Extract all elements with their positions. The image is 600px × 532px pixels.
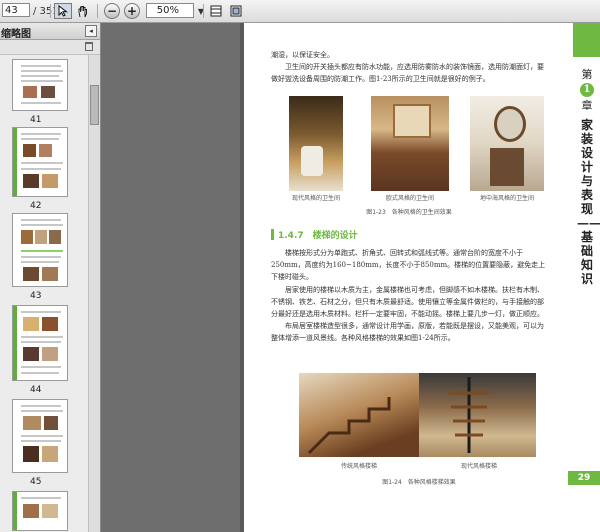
thumbnail-label: 44 <box>30 385 42 395</box>
photo-caption: 传统风格楼梯 <box>340 463 377 470</box>
section-bar <box>271 229 274 240</box>
panel-toolbar <box>0 40 100 55</box>
toolbar-divider <box>97 4 98 18</box>
bathroom-photo <box>470 96 544 191</box>
close-icon[interactable]: ◂ <box>85 25 97 37</box>
thumbnail-list: 41 42 43 44 45 <box>0 55 88 532</box>
page-number-badge: 29 <box>568 471 600 485</box>
scrollbar-thumb[interactable] <box>90 85 99 125</box>
figure-caption: 图1-23 各种风格的卫生间效果 <box>366 209 452 216</box>
zoom-in-icon[interactable]: + <box>124 3 140 19</box>
bathroom-photo <box>289 96 343 191</box>
page-thumbnail[interactable] <box>12 491 68 531</box>
fit-width-icon[interactable] <box>207 3 225 19</box>
select-tool-icon[interactable] <box>54 3 72 19</box>
chapter-marker: 第 1 章 家装设计与表现——基础知识 <box>577 68 600 286</box>
photo-caption: 地中海风格的卫生间 <box>479 195 534 202</box>
thumbnail-scrollbar[interactable] <box>88 55 100 532</box>
thumbnail-label: 45 <box>30 477 42 487</box>
fit-page-icon[interactable] <box>227 3 245 19</box>
photo-caption: 现代风格楼梯 <box>460 463 497 470</box>
chapter-title: 家装设计与表现——基础知识 <box>577 118 600 286</box>
chapter-label: 第 <box>581 68 593 81</box>
document-page: 第 1 章 家装设计与表现——基础知识 潮湿，以保证安全。 卫生间的开关插头都应… <box>244 23 600 532</box>
paragraph-top: 潮湿，以保证安全。 卫生间的开关插头都应有防水功能，应选用防雾防水的装饰镜面，选… <box>271 51 544 84</box>
bathroom-photo <box>371 96 449 191</box>
chevron-down-icon[interactable]: ▼ <box>196 3 206 19</box>
toolbar: 43 / 351 − + 50% ▼ <box>0 0 600 23</box>
page-thumbnail[interactable] <box>12 305 68 381</box>
panel-title: 缩略图 <box>1 29 31 40</box>
section-title: 1.4.7 楼梯的设计 <box>278 231 358 241</box>
photo-caption: 现代风格的卫生间 <box>291 195 340 202</box>
page-number-input[interactable]: 43 <box>2 3 30 17</box>
staircase-photo <box>419 373 536 457</box>
thumbnail-label: 41 <box>30 115 42 125</box>
section-heading: 1.4.7 楼梯的设计 <box>271 228 546 241</box>
zoom-out-icon[interactable]: − <box>104 3 120 19</box>
page-thumbnail[interactable] <box>12 399 68 473</box>
chapter-number: 1 <box>580 83 594 97</box>
thumbnail-panel: 缩略图 ◂ 41 42 43 44 45 <box>0 23 101 532</box>
thumbnail-label: 42 <box>30 201 42 211</box>
paragraph-middle: 楼梯按形式分为单跑式、折角式、回转式和弧线式等。通常台阶的宽度不小于250mm，… <box>271 249 546 343</box>
zoom-level-field[interactable]: 50% <box>146 3 194 18</box>
trash-icon[interactable] <box>85 42 93 51</box>
toolbar-divider <box>203 4 204 18</box>
thumbnail-label: 43 <box>30 291 42 301</box>
page-thumbnail[interactable] <box>12 213 68 287</box>
chapter-tab <box>573 23 600 57</box>
hand-tool-icon[interactable] <box>74 3 92 19</box>
panel-header: 缩略图 ◂ <box>0 23 100 40</box>
toolbar-divider <box>50 4 51 18</box>
photo-caption: 欧式风格的卫生间 <box>385 195 434 202</box>
staircase-photo <box>299 373 419 457</box>
chapter-suffix: 章 <box>581 99 593 112</box>
figure-caption: 图1-24 各种风格楼梯效果 <box>382 479 456 486</box>
page-thumbnail[interactable] <box>12 59 68 111</box>
page-thumbnail[interactable] <box>12 127 68 197</box>
